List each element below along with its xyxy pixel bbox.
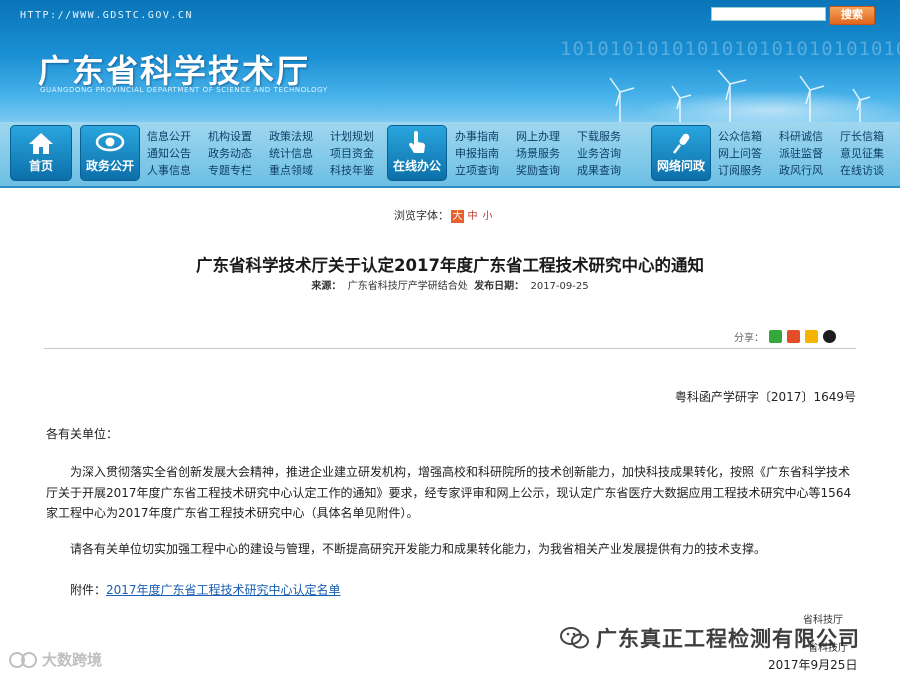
meta-source: 广东省科技厅产学研结合处 (347, 281, 468, 292)
qq-share-icon[interactable] (823, 330, 836, 343)
nav-zhengwu-links: 信息公开 机构设置 政策法规 计划规划 通知公告 政务动态 统计信息 项目资金 … (147, 128, 391, 179)
font-size-large[interactable]: 大 (451, 210, 464, 223)
pointer-hand-icon (408, 131, 426, 153)
site-url: HTTP://WWW.GDSTC.GOV.CN (20, 10, 193, 21)
font-size-switcher: 浏览字体：大中小 (394, 207, 494, 223)
microphone-icon (673, 133, 690, 154)
brand-watermark: 大数跨境 (8, 649, 102, 670)
nav-link[interactable]: 政务动态 (208, 145, 269, 162)
weibo-share-icon[interactable] (787, 330, 800, 343)
nav-link[interactable]: 订阅服务 (718, 162, 779, 179)
paragraph-1: 为深入贯彻落实全省创新发展大会精神，推进企业建立研发机构，增强高校和科研院所的技… (46, 465, 852, 520)
site-search-input[interactable] (711, 7, 826, 21)
eye-icon (95, 132, 125, 152)
nav-wenzheng-label: 网络问政 (656, 159, 705, 173)
article-meta: 来源： 广东省科技厅产学研结合处 发布日期： 2017-09-25 (0, 277, 900, 292)
nav-wenzheng-button[interactable]: 网络问政 (651, 125, 711, 181)
meta-date-label: 发布日期： (474, 281, 525, 292)
share-label: 分享： (734, 333, 764, 344)
meta-date: 2017-09-25 (530, 281, 589, 292)
main-nav: 首页 政务公开 信息公开 机构设置 政策法规 计划规划 通知公告 政务动态 统计… (0, 122, 900, 188)
nav-link[interactable]: 业务咨询 (577, 145, 638, 162)
company-watermark: 广东真正工程检测有限公司 (560, 623, 860, 653)
wind-turbines-decoration (609, 70, 871, 122)
nav-zhengwu-label: 政务公开 (85, 159, 134, 173)
article-title: 广东省科学技术厅关于认定2017年度广东省工程技术研究中心的通知 (196, 256, 704, 275)
nav-link[interactable]: 重点领域 (269, 162, 330, 179)
share-bar: 分享： (734, 329, 836, 344)
nav-link[interactable]: 奖励查询 (516, 162, 577, 179)
company-watermark-text: 广东真正工程检测有限公司 (596, 627, 860, 651)
meta-source-label: 来源： (311, 281, 342, 292)
nav-link[interactable]: 派驻监督 (779, 145, 840, 162)
nav-link[interactable]: 在线访谈 (840, 162, 900, 179)
attachment-label: 附件： (70, 583, 107, 597)
site-subtitle: GUANGDONG PROVINCIAL DEPARTMENT OF SCIEN… (40, 86, 328, 94)
nav-link[interactable]: 政策法规 (269, 128, 330, 145)
nav-link[interactable]: 机构设置 (208, 128, 269, 145)
content-divider (44, 348, 856, 349)
paragraph-2: 请各有关单位切实加强工程中心的建设与管理，不断提高研究开发能力和成果转化能力，为… (70, 542, 767, 556)
nav-link[interactable]: 公众信箱 (718, 128, 779, 145)
attachment-link[interactable]: 2017年度广东省工程技术研究中心认定名单 (106, 583, 341, 597)
nav-link[interactable]: 办事指南 (455, 128, 516, 145)
greeting: 各有关单位： (46, 427, 119, 441)
nav-link[interactable]: 场景服务 (516, 145, 577, 162)
home-icon (29, 133, 53, 154)
nav-link[interactable]: 立项查询 (455, 162, 516, 179)
nav-link[interactable]: 厅长信箱 (840, 128, 900, 145)
nav-link[interactable]: 下载服务 (577, 128, 638, 145)
nav-link[interactable]: 计划规划 (330, 128, 391, 145)
font-size-medium[interactable]: 中 (466, 210, 479, 223)
nav-home-label: 首页 (28, 159, 53, 173)
nav-home-button[interactable]: 首页 (10, 125, 72, 181)
nav-wenzheng-links: 公众信箱 科研诚信 厅长信箱 网上问答 派驻监督 意见征集 订阅服务 政风行风 … (718, 128, 900, 179)
issue-date: 2017年9月25日 (768, 658, 858, 672)
brand-watermark-text: 大数跨境 (42, 651, 103, 669)
qzone-share-icon[interactable] (805, 330, 818, 343)
nav-link[interactable]: 科研诚信 (779, 128, 840, 145)
attachment: 附件：2017年度广东省工程技术研究中心认定名单 (70, 581, 341, 598)
nav-online-label: 在线办公 (392, 159, 441, 173)
nav-link[interactable]: 通知公告 (147, 145, 208, 162)
nav-link[interactable]: 网上问答 (718, 145, 779, 162)
nav-online-links: 办事指南 网上办理 下载服务 申报指南 场景服务 业务咨询 立项查询 奖励查询 … (455, 128, 638, 179)
font-size-small[interactable]: 小 (481, 210, 494, 223)
nav-link[interactable]: 统计信息 (269, 145, 330, 162)
banner-binary-decoration: 1010101010101010101010101010 (560, 38, 900, 60)
nav-link[interactable]: 专题专栏 (208, 162, 269, 179)
wechat-share-icon[interactable] (769, 330, 782, 343)
nav-link[interactable]: 网上办理 (516, 128, 577, 145)
search-button[interactable]: 搜索 (829, 6, 875, 25)
brand-logo-icon (9, 651, 37, 668)
nav-link[interactable]: 政风行风 (779, 162, 840, 179)
nav-link[interactable]: 成果查询 (577, 162, 638, 179)
nav-link[interactable]: 科技年鉴 (330, 162, 391, 179)
nav-link[interactable]: 申报指南 (455, 145, 516, 162)
document-number: 粤科函产学研字〔2017〕1649号 (674, 390, 856, 404)
nav-online-button[interactable]: 在线办公 (387, 125, 447, 181)
font-size-label: 浏览字体： (394, 209, 449, 222)
wechat-logo-icon (560, 627, 589, 649)
nav-link[interactable]: 人事信息 (147, 162, 208, 179)
nav-link[interactable]: 意见征集 (840, 145, 900, 162)
nav-link[interactable]: 信息公开 (147, 128, 208, 145)
nav-link[interactable]: 项目资金 (330, 145, 391, 162)
nav-zhengwu-button[interactable]: 政务公开 (80, 125, 140, 181)
